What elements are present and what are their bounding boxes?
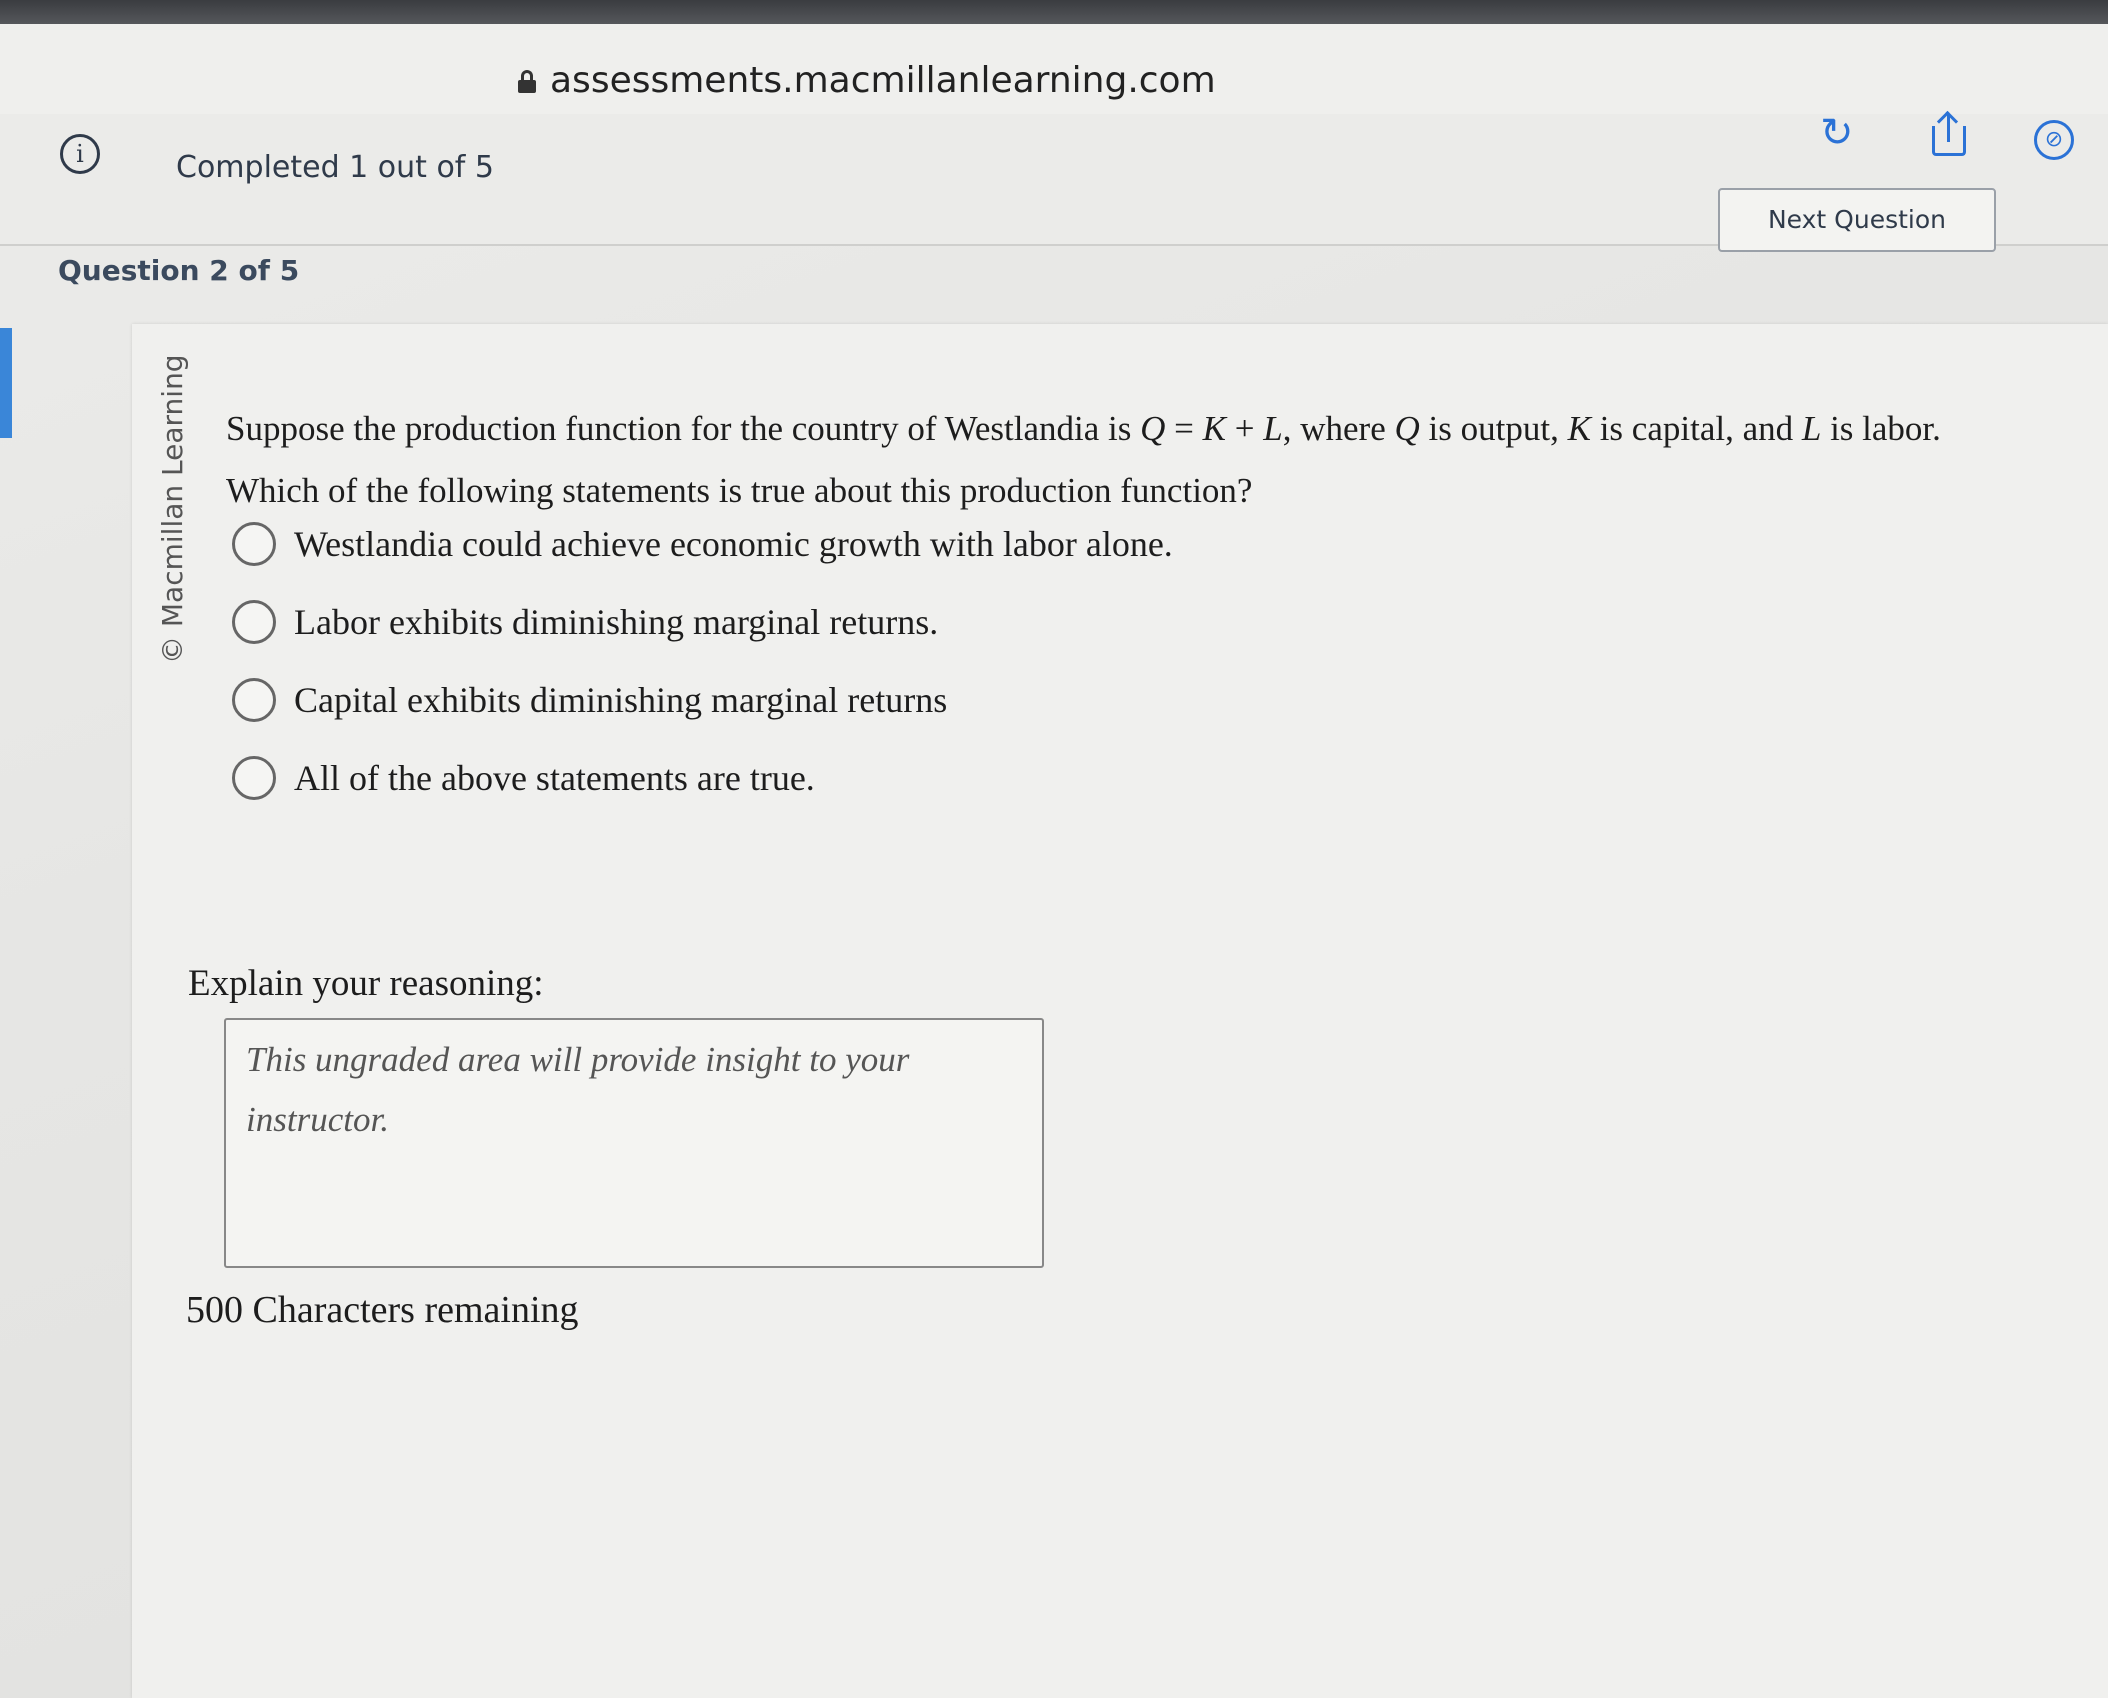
screen: assessments.macmillanlearning.com i Comp… (0, 0, 2108, 1698)
url-display[interactable]: assessments.macmillanlearning.com (518, 60, 1216, 101)
option-label: All of the above statements are true. (294, 758, 815, 798)
question-number: Question 2 of 5 (58, 254, 300, 287)
next-question-button[interactable]: Next Question (1718, 188, 1996, 252)
reasoning-textarea[interactable] (224, 1018, 1044, 1268)
radio-button[interactable] (232, 600, 276, 644)
option-label: Labor exhibits diminishing marginal retu… (294, 602, 939, 642)
lock-icon (518, 69, 536, 93)
radio-button[interactable] (232, 678, 276, 722)
answer-option[interactable]: Labor exhibits diminishing marginal retu… (232, 600, 938, 644)
refresh-icon[interactable]: ↻ (1820, 110, 1854, 156)
answer-option[interactable]: Westlandia could achieve economic growth… (232, 522, 1173, 566)
characters-remaining: 500 Characters remaining (186, 1289, 579, 1331)
url-text: assessments.macmillanlearning.com (550, 60, 1216, 101)
option-label: Westlandia could achieve economic growth… (294, 524, 1173, 564)
progress-text: Completed 1 out of 5 (176, 150, 494, 185)
info-icon[interactable]: i (60, 134, 100, 174)
side-tab[interactable] (0, 328, 12, 438)
device-bezel (0, 0, 2108, 24)
answer-option[interactable]: All of the above statements are true. (232, 756, 815, 800)
share-icon[interactable] (1932, 110, 1966, 156)
radio-button[interactable] (232, 522, 276, 566)
question-prompt: Suppose the production function for the … (226, 409, 1941, 510)
answer-option[interactable]: Capital exhibits diminishing marginal re… (232, 678, 947, 722)
radio-button[interactable] (232, 756, 276, 800)
copyright-label: © Macmillan Learning (156, 354, 189, 664)
explain-reasoning-label: Explain your reasoning: (188, 963, 544, 1004)
compass-icon[interactable]: ⊘ (2034, 120, 2074, 160)
option-label: Capital exhibits diminishing marginal re… (294, 680, 948, 720)
